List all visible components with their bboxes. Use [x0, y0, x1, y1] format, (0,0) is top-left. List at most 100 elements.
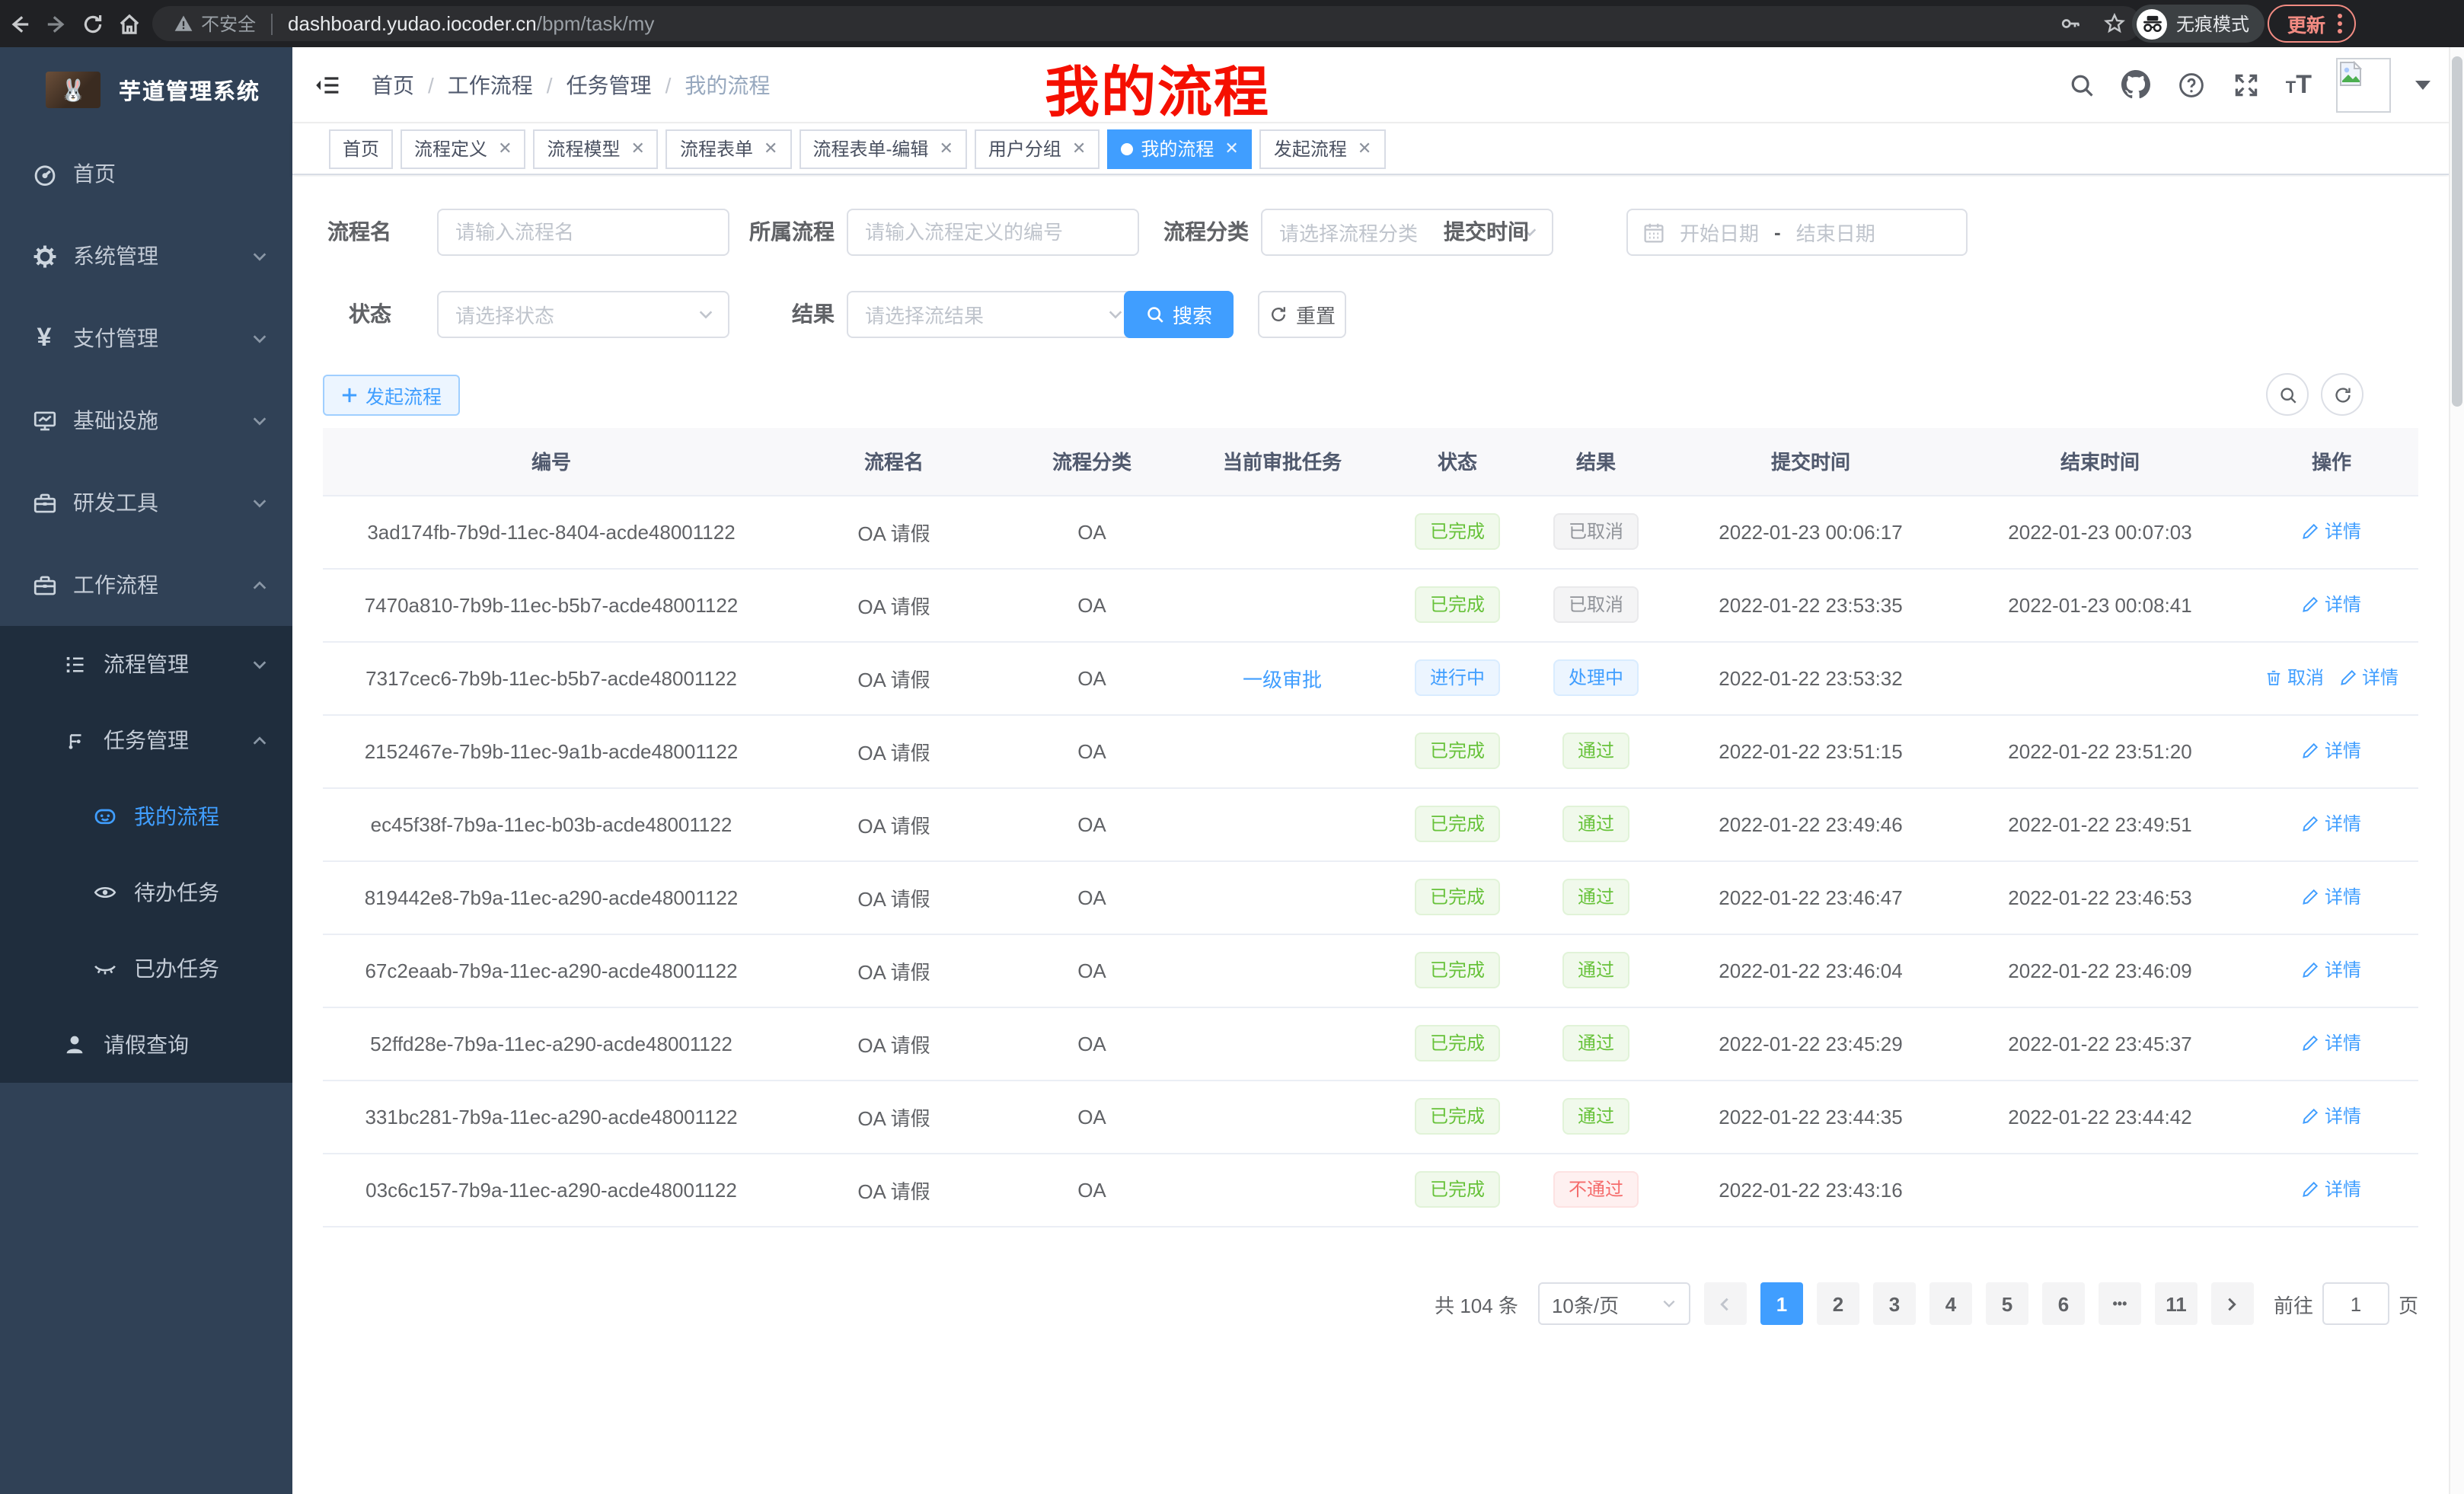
result-badge: 通过 — [1562, 1025, 1629, 1061]
breadcrumb-home[interactable]: 首页 — [372, 69, 414, 100]
parent-process-input[interactable] — [848, 210, 1138, 254]
table-row: 7470a810-7b9b-11ec-b5b7-acde48001122OA 请… — [323, 568, 2418, 641]
tab-用户分组[interactable]: 用户分组✕ — [975, 129, 1100, 168]
back-icon[interactable] — [3, 7, 37, 40]
tab-流程定义[interactable]: 流程定义✕ — [401, 129, 525, 168]
app-logo-row[interactable]: 🐰 芋道管理系统 — [0, 47, 292, 132]
submit-time-range-picker[interactable]: 开始日期 - 结束日期 — [1626, 209, 1968, 256]
detail-action-link[interactable]: 详情 — [2302, 811, 2361, 837]
detail-action-link[interactable]: 详情 — [2302, 592, 2361, 618]
current-task-link[interactable]: 一级审批 — [1243, 668, 1322, 691]
hamburger-icon[interactable] — [311, 68, 344, 101]
page-button-5[interactable]: 5 — [1986, 1282, 2028, 1325]
detail-action-link[interactable]: 详情 — [2302, 1176, 2361, 1202]
process-name-input[interactable] — [439, 210, 728, 254]
home-icon[interactable] — [113, 7, 146, 40]
sidebar-item-task-mgmt[interactable]: 任务管理 — [0, 702, 292, 778]
show-search-button[interactable] — [2266, 373, 2309, 416]
table-row: 52ffd28e-7b9a-11ec-a290-acde48001122OA 请… — [323, 1007, 2418, 1080]
page-button-3[interactable]: 3 — [1873, 1282, 1916, 1325]
next-page-button[interactable] — [2211, 1282, 2254, 1325]
close-icon[interactable]: ✕ — [498, 139, 512, 158]
close-icon[interactable]: ✕ — [1072, 139, 1086, 158]
key-icon[interactable] — [2059, 12, 2082, 35]
prev-page-button[interactable] — [1704, 1282, 1747, 1325]
detail-action-link[interactable]: 详情 — [2339, 665, 2399, 691]
caret-down-icon[interactable] — [2415, 80, 2430, 89]
page-button-6[interactable]: 6 — [2042, 1282, 2085, 1325]
yen-icon: ¥ — [27, 323, 61, 353]
cancel-action-link[interactable]: 取消 — [2265, 665, 2324, 691]
tab-流程表单[interactable]: 流程表单✕ — [666, 129, 791, 168]
star-icon[interactable] — [2103, 12, 2126, 35]
detail-action-link[interactable]: 详情 — [2302, 957, 2361, 983]
page-size-select[interactable]: 10条/页 — [1538, 1282, 1690, 1325]
tab-我的流程[interactable]: 我的流程✕ — [1107, 129, 1252, 168]
reload-icon[interactable] — [76, 7, 110, 40]
incognito-label: 无痕模式 — [2176, 11, 2249, 37]
status-select[interactable]: 请选择状态 — [437, 291, 729, 338]
end-time: 2022-01-22 23:51:20 — [1955, 714, 2245, 787]
detail-action-link[interactable]: 详情 — [2302, 738, 2361, 764]
sidebar-item-process-mgmt[interactable]: 流程管理 — [0, 626, 292, 702]
address-bar[interactable]: 不安全 dashboard.yudao.iocoder.cn/bpm/task/… — [152, 6, 2141, 41]
forward-icon[interactable] — [40, 7, 73, 40]
avatar[interactable] — [2336, 57, 2391, 112]
goto-page-input[interactable] — [2322, 1282, 2389, 1325]
close-icon[interactable]: ✕ — [764, 139, 777, 158]
sidebar-item-my-process[interactable]: 我的流程 — [0, 778, 292, 854]
sidebar-item-devtools[interactable]: 研发工具 — [0, 461, 292, 544]
chevron-up-icon — [251, 732, 268, 749]
current-task — [1176, 934, 1389, 1007]
browser-update-button[interactable]: 更新 — [2268, 5, 2356, 43]
tab-首页[interactable]: 首页 — [329, 129, 393, 168]
reset-button[interactable]: 重置 — [1258, 291, 1346, 338]
process-category: OA — [1008, 641, 1176, 714]
tab-流程模型[interactable]: 流程模型✕ — [534, 129, 659, 168]
refresh-table-button[interactable] — [2321, 373, 2363, 416]
tab-流程表单-编辑[interactable]: 流程表单-编辑✕ — [799, 129, 966, 168]
breadcrumb-workflow[interactable]: 工作流程 — [448, 69, 533, 100]
breadcrumb-task-mgmt[interactable]: 任务管理 — [567, 69, 652, 100]
help-icon[interactable] — [2176, 69, 2207, 100]
search-icon[interactable] — [2067, 69, 2097, 100]
github-icon[interactable] — [2121, 69, 2152, 100]
kebab-menu-icon[interactable] — [2338, 14, 2342, 34]
sidebar-item-system[interactable]: 系统管理 — [0, 215, 292, 297]
sidebar-item-payment[interactable]: ¥ 支付管理 — [0, 297, 292, 379]
security-status[interactable]: 不安全 — [152, 11, 271, 37]
sidebar-item-infra[interactable]: 基础设施 — [0, 379, 292, 461]
detail-action-link[interactable]: 详情 — [2302, 1103, 2361, 1129]
close-icon[interactable]: ✕ — [631, 139, 645, 158]
result-select[interactable]: 请选择流结果 — [847, 291, 1139, 338]
process-id: ec45f38f-7b9a-11ec-b03b-acde48001122 — [323, 787, 780, 860]
sidebar-item-leave-query[interactable]: 请假查询 — [0, 1007, 292, 1083]
create-process-button[interactable]: 发起流程 — [323, 375, 460, 416]
sidebar-item-done-tasks[interactable]: 已办任务 — [0, 931, 292, 1007]
sidebar-item-workflow[interactable]: 工作流程 — [0, 544, 292, 626]
fullscreen-icon[interactable] — [2231, 69, 2261, 100]
sidebar-item-home[interactable]: 首页 — [0, 132, 292, 215]
tab-发起流程[interactable]: 发起流程✕ — [1260, 129, 1385, 168]
page-button-4[interactable]: 4 — [1929, 1282, 1972, 1325]
eye-open-icon — [88, 880, 122, 905]
row-actions: 详情 — [2245, 1007, 2418, 1080]
page-button-11[interactable]: 11 — [2155, 1282, 2197, 1325]
page-button-1[interactable]: 1 — [1760, 1282, 1803, 1325]
font-size-icon[interactable]: TT — [2286, 69, 2312, 100]
close-icon[interactable]: ✕ — [1224, 139, 1238, 158]
page-button-2[interactable]: 2 — [1817, 1282, 1859, 1325]
status-badge: 已完成 — [1415, 1171, 1500, 1208]
detail-action-link[interactable]: 详情 — [2302, 1030, 2361, 1056]
current-task — [1176, 568, 1389, 641]
sidebar-item-todo-tasks[interactable]: 待办任务 — [0, 854, 292, 931]
page-ellipsis[interactable]: ••• — [2099, 1282, 2141, 1325]
page-scrollbar[interactable] — [2449, 47, 2464, 1494]
detail-action-link[interactable]: 详情 — [2302, 884, 2361, 910]
close-icon[interactable]: ✕ — [939, 139, 953, 158]
scrollbar-thumb[interactable] — [2452, 56, 2462, 407]
close-icon[interactable]: ✕ — [1358, 139, 1371, 158]
search-button[interactable]: 搜索 — [1124, 291, 1234, 338]
detail-action-link[interactable]: 详情 — [2302, 519, 2361, 544]
row-actions: 详情 — [2245, 495, 2418, 568]
